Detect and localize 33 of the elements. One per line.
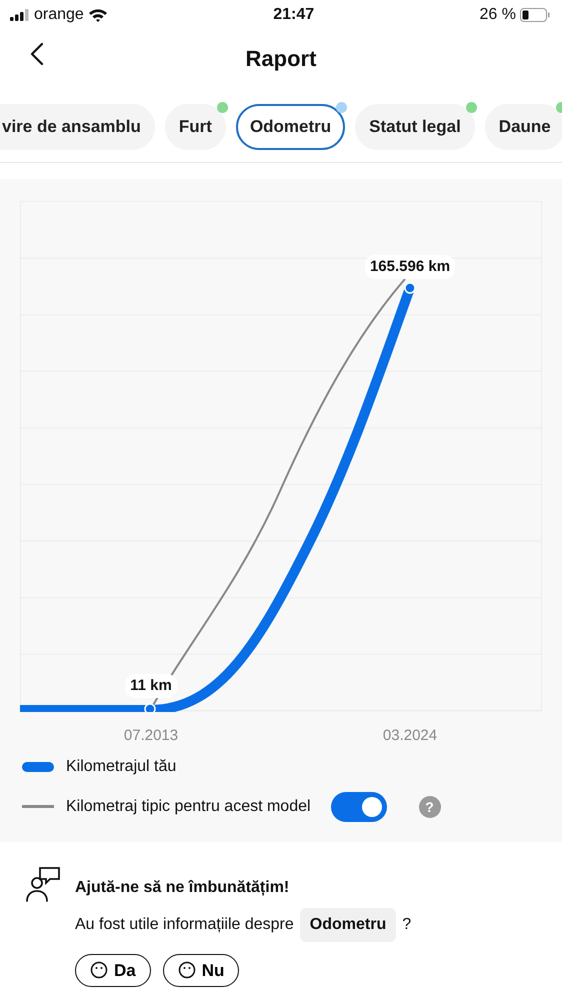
tab[interactable]: Odometru bbox=[236, 104, 346, 150]
legend-swatch bbox=[22, 805, 54, 808]
feedback-title: Ajută-ne să ne îmbunătățim! bbox=[75, 878, 290, 898]
signal-icon bbox=[10, 9, 30, 21]
wifi-icon bbox=[88, 8, 108, 22]
point-label: 165.596 km bbox=[364, 254, 456, 279]
legend-swatch bbox=[22, 762, 54, 772]
back-button[interactable] bbox=[30, 42, 44, 66]
page-title: Raport bbox=[246, 44, 316, 73]
carrier-name: orange bbox=[34, 5, 84, 25]
legend-label: Kilometrajul tău bbox=[66, 756, 176, 776]
question-text: Au fost utile informațiile despre bbox=[75, 914, 294, 934]
clock-time: 21:47 bbox=[273, 5, 314, 25]
topic-chip: Odometru bbox=[300, 908, 396, 942]
smiley-icon bbox=[178, 961, 196, 980]
data-point bbox=[404, 282, 416, 294]
feedback-icon bbox=[25, 866, 61, 902]
feedback-button[interactable]: Nu bbox=[162, 954, 240, 987]
point-label: 11 km bbox=[125, 674, 177, 698]
battery-percent: 26 % bbox=[480, 5, 516, 25]
axis-label: 07.2013 bbox=[122, 726, 180, 746]
data-point bbox=[144, 702, 156, 712]
tab[interactable]: vire de ansamblu bbox=[0, 104, 155, 150]
question-mark: ? bbox=[402, 914, 412, 934]
tab[interactable]: Furt bbox=[164, 104, 226, 150]
tab[interactable]: Daune bbox=[484, 104, 562, 150]
battery-icon bbox=[520, 8, 550, 22]
toggle-switch[interactable] bbox=[330, 792, 387, 822]
smiley-icon bbox=[90, 961, 108, 980]
feedback-button[interactable]: Da bbox=[75, 954, 151, 987]
tab[interactable]: Statut legal bbox=[355, 104, 475, 150]
legend-label: Kilometraj tipic pentru acest model bbox=[66, 796, 311, 816]
axis-label: 03.2024 bbox=[382, 726, 438, 746]
